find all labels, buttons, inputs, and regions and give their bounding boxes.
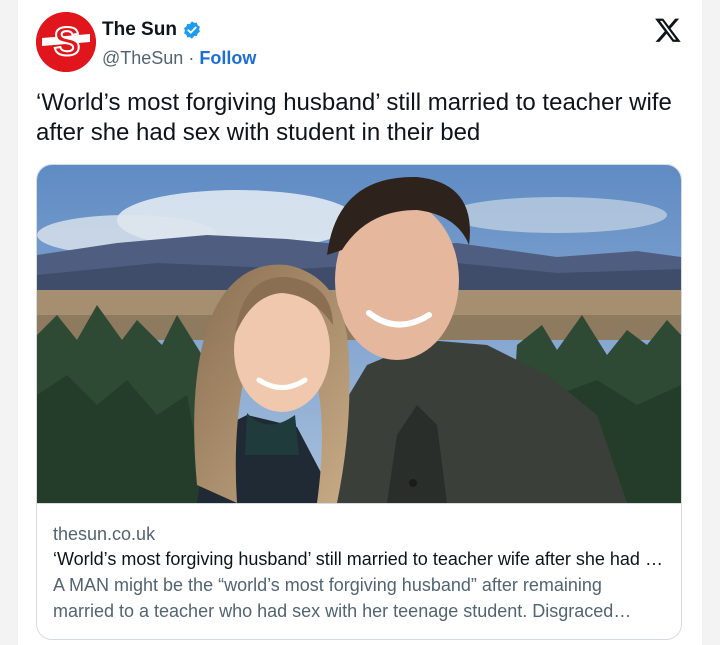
name-row: The Sun	[102, 19, 202, 41]
x-logo-icon[interactable]	[654, 16, 682, 44]
avatar-letter: S	[54, 20, 81, 64]
link-card[interactable]: thesun.co.uk ‘World’s most forgiving hus…	[36, 164, 682, 640]
tweet-header: S The Sun @TheSun · Follow	[36, 12, 688, 76]
handle-row: @TheSun · Follow	[102, 48, 256, 69]
follow-button[interactable]: Follow	[199, 48, 256, 68]
the-sun-logo-icon: S	[36, 12, 96, 72]
account-handle[interactable]: @TheSun	[102, 48, 183, 68]
card-domain: thesun.co.uk	[53, 524, 156, 544]
separator: ·	[183, 48, 200, 68]
account-name[interactable]: The Sun	[102, 19, 177, 41]
verified-badge-icon	[182, 20, 202, 40]
card-description: A MAN might be the “world’s most forgivi…	[53, 575, 614, 621]
card-footer[interactable]: thesun.co.uk ‘World’s most forgiving hus…	[37, 503, 681, 639]
card-image[interactable]	[37, 165, 681, 503]
card-title: ‘World’s most forgiving husband’ still m…	[53, 549, 665, 569]
couple-photo	[37, 165, 681, 503]
avatar[interactable]: S	[36, 12, 96, 72]
tweet-embed: S The Sun @TheSun · Follow ‘World’s most…	[18, 0, 702, 645]
tweet-text: ‘World’s most forgiving husband’ still m…	[36, 89, 672, 146]
